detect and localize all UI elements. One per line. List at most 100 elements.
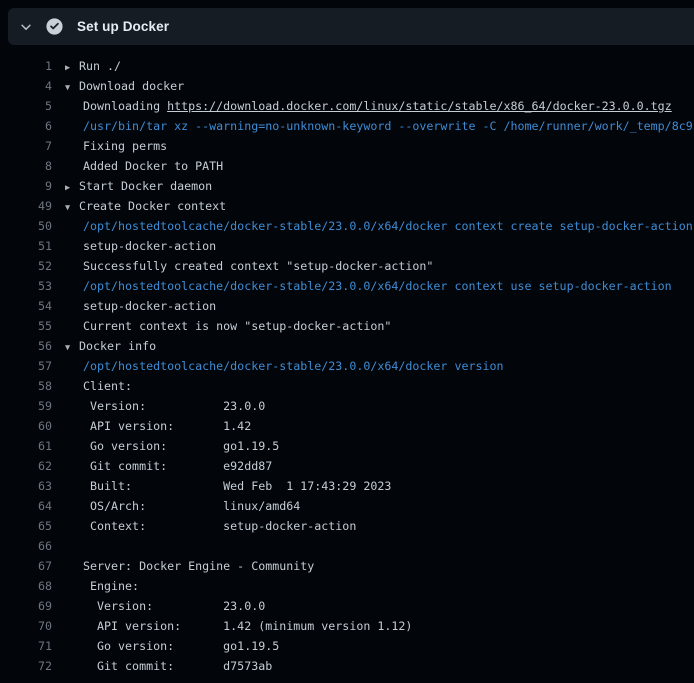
log-line[interactable]: 4 ▼Download docker [0, 76, 694, 96]
triangle-expanded-icon[interactable]: ▼ [65, 338, 79, 356]
log-line-text: Downloading https://download.docker.com/… [65, 96, 672, 116]
log-line-text: Engine: [65, 576, 139, 596]
log-line: 6 /usr/bin/tar xz --warning=no-unknown-k… [0, 116, 694, 136]
log-line: 5 Downloading https://download.docker.co… [0, 96, 694, 116]
log-line-text: /opt/hostedtoolcache/docker-stable/23.0.… [65, 356, 504, 376]
triangle-collapsed-icon[interactable]: ▶ [65, 178, 79, 196]
line-number[interactable]: 8 [0, 156, 52, 176]
line-number[interactable]: 61 [0, 436, 52, 456]
line-number[interactable]: 68 [0, 576, 52, 596]
line-number[interactable]: 51 [0, 236, 52, 256]
log-line-text: Client: [65, 376, 132, 396]
log-line-text: OS/Arch: linux/amd64 [65, 496, 300, 516]
log-line-text: API version: 1.42 [65, 416, 251, 436]
log-line-text: /opt/hostedtoolcache/docker-stable/23.0.… [65, 216, 694, 236]
line-number[interactable]: 72 [0, 656, 52, 676]
log-line-text: API version: 1.42 (minimum version 1.12) [65, 616, 412, 636]
line-number[interactable]: 57 [0, 356, 52, 376]
line-number[interactable]: 65 [0, 516, 52, 536]
line-number[interactable]: 60 [0, 416, 52, 436]
line-number[interactable]: 69 [0, 596, 52, 616]
log-line: 61 Go version: go1.19.5 [0, 436, 694, 456]
line-number[interactable]: 50 [0, 216, 52, 236]
log-line-text: ▶Run ./ [65, 56, 121, 76]
log-line: 70 API version: 1.42 (minimum version 1.… [0, 616, 694, 636]
group-label: Run ./ [79, 59, 121, 73]
log-line-text: Go version: go1.19.5 [65, 436, 279, 456]
line-number[interactable]: 49 [0, 196, 52, 216]
log-line: 64 OS/Arch: linux/amd64 [0, 496, 694, 516]
log-line-text: setup-docker-action [65, 236, 216, 256]
log-line-text: Fixing perms [65, 136, 167, 156]
log-lines: 1 ▶Run ./ 4 ▼Download docker 5 Downloadi… [0, 45, 694, 676]
chevron-down-icon[interactable] [19, 20, 33, 34]
log-line-text: Git commit: e92dd87 [65, 456, 272, 476]
log-line-text: ▼Download docker [65, 76, 184, 96]
log-line[interactable]: 56 ▼Docker info [0, 336, 694, 356]
log-line-text: ▼Create Docker context [65, 196, 226, 216]
line-number[interactable]: 67 [0, 556, 52, 576]
line-number[interactable]: 70 [0, 616, 52, 636]
line-number[interactable]: 5 [0, 96, 52, 116]
log-line-text [65, 536, 83, 556]
line-number[interactable]: 63 [0, 476, 52, 496]
line-number[interactable]: 62 [0, 456, 52, 476]
triangle-collapsed-icon[interactable]: ▶ [65, 58, 79, 76]
group-label: Create Docker context [79, 199, 226, 213]
log-line: 66 [0, 536, 694, 556]
log-line-text: /opt/hostedtoolcache/docker-stable/23.0.… [65, 276, 672, 296]
line-number[interactable]: 58 [0, 376, 52, 396]
log-line-text: Version: 23.0.0 [65, 396, 265, 416]
log-line: 8 Added Docker to PATH [0, 156, 694, 176]
log-line[interactable]: 49 ▼Create Docker context [0, 196, 694, 216]
log-line: 62 Git commit: e92dd87 [0, 456, 694, 476]
log-line-text: /usr/bin/tar xz --warning=no-unknown-key… [65, 116, 694, 136]
line-number[interactable]: 52 [0, 256, 52, 276]
step-title: Set up Docker [77, 19, 169, 34]
log-line: 72 Git commit: d7573ab [0, 656, 694, 676]
line-number[interactable]: 66 [0, 536, 52, 556]
log-line-text: Successfully created context "setup-dock… [65, 256, 433, 276]
line-number[interactable]: 59 [0, 396, 52, 416]
line-number[interactable]: 53 [0, 276, 52, 296]
line-number[interactable]: 1 [0, 56, 52, 76]
log-line: 7 Fixing perms [0, 136, 694, 156]
line-number[interactable]: 7 [0, 136, 52, 156]
line-number[interactable]: 55 [0, 316, 52, 336]
log-line-text: Added Docker to PATH [65, 156, 223, 176]
log-line: 67 Server: Docker Engine - Community [0, 556, 694, 576]
log-line: 50 /opt/hostedtoolcache/docker-stable/23… [0, 216, 694, 236]
check-circle-icon [46, 18, 63, 35]
log-line: 60 API version: 1.42 [0, 416, 694, 436]
log-line-text: ▶Start Docker daemon [65, 176, 212, 196]
log-line: 51 setup-docker-action [0, 236, 694, 256]
triangle-expanded-icon[interactable]: ▼ [65, 78, 79, 96]
log-line[interactable]: 1 ▶Run ./ [0, 56, 694, 76]
line-number[interactable]: 71 [0, 636, 52, 656]
line-number[interactable]: 6 [0, 116, 52, 136]
log-line: 53 /opt/hostedtoolcache/docker-stable/23… [0, 276, 694, 296]
line-number[interactable]: 56 [0, 336, 52, 356]
log-line-text: Version: 23.0.0 [65, 596, 265, 616]
log-line: 55 Current context is now "setup-docker-… [0, 316, 694, 336]
step-header[interactable]: Set up Docker [8, 8, 694, 45]
group-label: Download docker [79, 79, 184, 93]
log-line: 52 Successfully created context "setup-d… [0, 256, 694, 276]
log-line-text: Context: setup-docker-action [65, 516, 356, 536]
log-line-text: Git commit: d7573ab [65, 656, 272, 676]
log-line-text: Go version: go1.19.5 [65, 636, 279, 656]
line-number[interactable]: 64 [0, 496, 52, 516]
log-line: 63 Built: Wed Feb 1 17:43:29 2023 [0, 476, 694, 496]
line-number[interactable]: 9 [0, 176, 52, 196]
triangle-expanded-icon[interactable]: ▼ [65, 198, 79, 216]
line-number[interactable]: 4 [0, 76, 52, 96]
log-line[interactable]: 9 ▶Start Docker daemon [0, 176, 694, 196]
log-line: 68 Engine: [0, 576, 694, 596]
log-line: 57 /opt/hostedtoolcache/docker-stable/23… [0, 356, 694, 376]
log-line-text: setup-docker-action [65, 296, 216, 316]
log-line-text: ▼Docker info [65, 336, 156, 356]
log-line: 54 setup-docker-action [0, 296, 694, 316]
line-number[interactable]: 54 [0, 296, 52, 316]
log-line: 65 Context: setup-docker-action [0, 516, 694, 536]
log-link[interactable]: https://download.docker.com/linux/static… [167, 99, 672, 113]
